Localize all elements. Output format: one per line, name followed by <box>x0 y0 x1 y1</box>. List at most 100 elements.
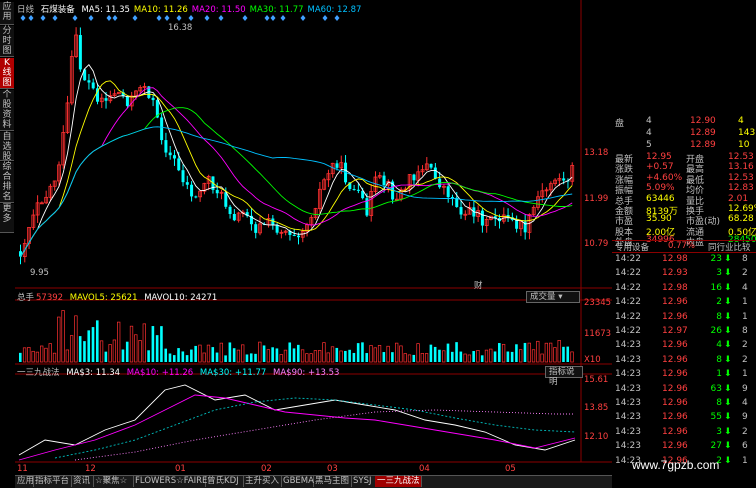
bottom-tab[interactable]: 主升买入 <box>243 476 282 487</box>
tick-volume: 8 <box>716 398 722 408</box>
down-arrow-icon: ⬇ <box>724 398 732 408</box>
quote-value: 12.53 <box>728 152 754 162</box>
bottom-tab[interactable]: ☆聚焦☆ <box>93 476 134 487</box>
tab-industry-compare[interactable]: 同行业比较 <box>708 241 751 253</box>
tick-row: 14:23 12.96 3 ⬇ 2 <box>612 427 756 438</box>
time-axis-label: 05 <box>505 464 516 474</box>
down-arrow-icon: ⬇ <box>724 383 732 394</box>
tick-time: 14:23 <box>615 441 641 452</box>
tick-price: 12.96 <box>662 412 688 423</box>
bottom-tab[interactable]: SYSJ <box>351 476 376 487</box>
tab-special-equipment[interactable]: 专用设备 <box>615 241 649 253</box>
indicator-legend: 一三九战法 MA$3: 11.34 MA$10: +11.26 MA$30: +… <box>17 366 343 378</box>
quote-value: 2.01 <box>728 193 749 204</box>
tick-row: 14:23 12.96 55 ⬇ 9 <box>612 412 756 423</box>
tick-price: 12.96 <box>662 441 688 452</box>
ma-legend: MA5: 11.35 MA10: 11.26 MA20: 11.50 MA30: 11… <box>81 5 365 15</box>
quote-value: 12.53 <box>728 172 754 183</box>
tick-price: 12.96 <box>662 354 688 365</box>
down-arrow-icon: ⬇ <box>724 340 732 351</box>
quote-row: 股本 2.00亿 流通 0.50亿 <box>612 225 756 238</box>
bottom-tab[interactable]: GBEMA <box>281 476 314 487</box>
tick-row: 14:23 12.96 63 ⬇ 9 <box>612 384 756 395</box>
tick-volume: 16 <box>710 282 722 293</box>
down-arrow-icon: ⬇ <box>724 268 732 279</box>
price-axis-tick: 11.99 <box>584 194 609 204</box>
left-sidebar: 应用 分时图 K线图 个股资料 自选股 综合排名 更多 <box>0 0 16 487</box>
stock-name: 石煤装备 <box>40 5 75 15</box>
tick-price: 12.96 <box>662 369 688 380</box>
bottom-tab[interactable]: FLOWERS☆FAIRE <box>133 476 207 487</box>
tick-price: 12.96 <box>662 340 688 351</box>
ma-legend-item: MA5: 11.35 <box>81 5 130 15</box>
down-arrow-icon: ⬇ <box>724 426 732 437</box>
industry-pct: 0.77% <box>668 241 696 251</box>
tick-time: 14:23 <box>615 354 641 365</box>
quote-value: 12.83 <box>728 183 754 194</box>
tick-volume: 27 <box>710 441 722 452</box>
quote-row: 总手 63446 量比 2.01 <box>612 193 756 207</box>
kline-chart-canvas[interactable] <box>15 0 612 475</box>
sidebar-tab[interactable]: 个股资料 <box>0 90 14 131</box>
sidebar-tab[interactable]: 综合排名 <box>0 162 14 203</box>
sidebar-tab[interactable]: 应用 <box>0 2 14 25</box>
time-axis-label: 12 <box>85 464 96 474</box>
tick-count: 4 <box>742 398 748 408</box>
volume-value: 57392 <box>36 293 64 303</box>
tick-time: 14:22 <box>615 268 641 279</box>
time-axis-label: 02 <box>261 464 272 474</box>
indicator-ma90: MA$90: +13.53 <box>273 368 340 378</box>
tick-count: 1 <box>742 297 748 308</box>
quote-value: 12.95 <box>646 152 672 162</box>
tick-price: 12.96 <box>662 311 688 322</box>
tick-count: 4 <box>742 282 748 293</box>
tick-count: 8 <box>742 254 748 264</box>
bottom-tab[interactable]: 应用 <box>15 476 34 487</box>
quote-row: 涨幅 +4.60% 最低 12.53 <box>612 172 756 186</box>
indicator-help-button[interactable]: 指标说明 <box>545 366 583 387</box>
orderbook-level: 4 <box>646 116 652 126</box>
low-price-label: 9.95 <box>30 268 49 278</box>
bottom-tab[interactable]: 黑马主图 <box>313 476 352 487</box>
sidebar-tab[interactable]: K线图 <box>0 58 14 89</box>
volume-axis-tick: 23345 <box>584 298 612 308</box>
finance-marker[interactable]: 财 <box>474 279 483 291</box>
quote-value: 68.28 <box>728 214 754 225</box>
bottom-tab[interactable]: 资讯 <box>71 476 94 487</box>
ma-legend-item: MA30: 11.77 <box>249 5 304 15</box>
bottom-tab[interactable]: 指标平台 <box>33 476 72 487</box>
mavol10-label: MAVOL10: 24271 <box>144 293 218 303</box>
down-arrow-icon: ⬇ <box>724 369 732 380</box>
tick-row: 14:22 12.98 16 ⬇ 4 <box>612 283 756 294</box>
quote-value: 5.09% <box>646 183 675 194</box>
tick-volume: 1 <box>716 369 722 380</box>
price-axis-tick: 13.18 <box>584 148 609 158</box>
tick-row: 14:22 12.98 23 ⬇ 8 <box>612 254 756 265</box>
sidebar-tab[interactable]: 更多 <box>0 204 14 233</box>
orderbook-volume: 4 <box>738 116 744 126</box>
tick-time: 14:23 <box>615 340 641 351</box>
bottom-tab-bar: 应用 指标平台 资讯 ☆聚焦☆ FLOWERS☆FAIRE 曾氏KDJ 主升买入 GBEMA 黑… <box>15 475 612 488</box>
ma-legend-item: MA10: 11.26 <box>133 5 188 15</box>
volume-axis-tick: X10 <box>584 355 601 365</box>
tick-row: 14:23 12.96 1 ⬇ 1 <box>612 369 756 380</box>
orderbook-row: 4 12.89 143 <box>612 128 756 139</box>
tick-time: 14:22 <box>615 282 641 293</box>
volume-indicator-dropdown[interactable]: 成交量 ▾ <box>526 291 580 303</box>
tick-time: 14:23 <box>615 426 641 437</box>
tick-row: 14:22 12.97 26 ⬇ 8 <box>612 326 756 337</box>
sidebar-tab[interactable]: 自选股 <box>0 132 14 162</box>
quote-value: 12.69% <box>728 204 756 214</box>
orderbook-level: 5 <box>646 140 652 150</box>
bottom-tab[interactable]: 一三九战法 <box>375 476 422 487</box>
tick-price: 12.96 <box>662 297 688 308</box>
sidebar-tab[interactable]: 分时图 <box>0 26 14 57</box>
chevron-down-icon: ▾ <box>558 292 563 302</box>
tick-time: 14:23 <box>615 398 641 408</box>
watermark: www.7gpzb.com <box>632 458 720 472</box>
quote-panel: 盘 4 12.90 4 4 12.89 143 5 12.89 10 最新 12.95 开盘 12.53… <box>612 0 756 487</box>
ma-legend-item: MA60: 12.87 <box>307 5 362 15</box>
tick-count: 2 <box>742 268 748 279</box>
tick-row: 14:23 12.96 8 ⬇ 2 <box>612 355 756 366</box>
bottom-tab[interactable]: 曾氏KDJ <box>205 476 244 487</box>
